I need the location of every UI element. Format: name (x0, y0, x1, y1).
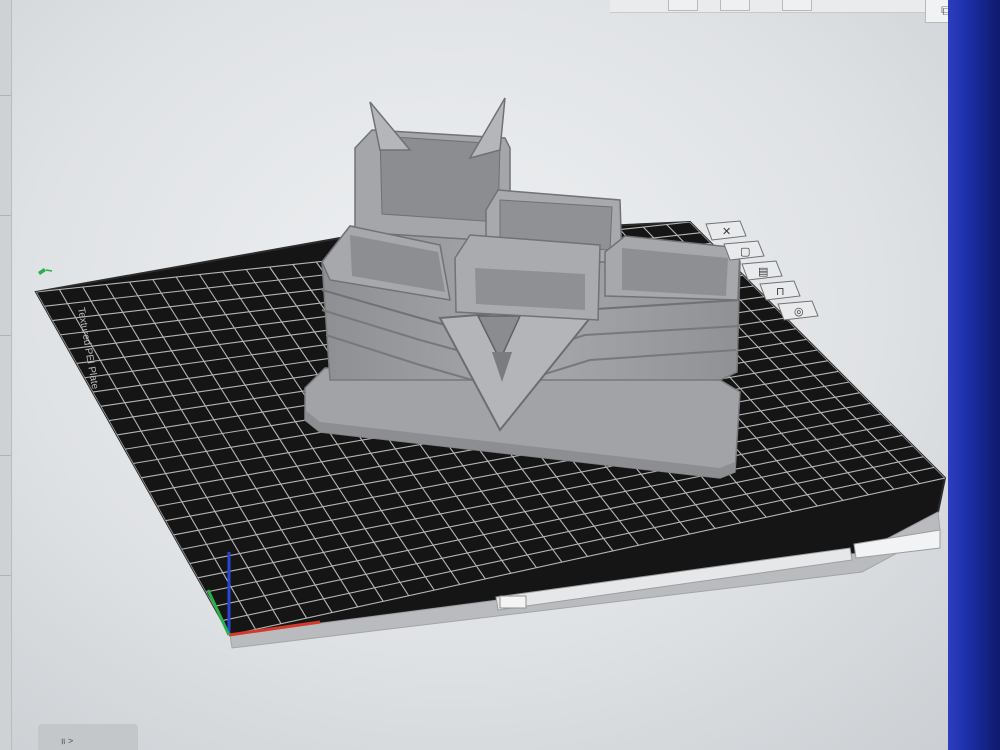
3d-viewport[interactable]: ⧉ Textured PEI Plate ✕ ▢ ▤ ⊓ ◎ ॥ > (0, 0, 1000, 750)
print-model[interactable] (304, 97, 741, 479)
tool-glyph: ◎ (794, 305, 804, 318)
auto-arrange-icon[interactable]: ▢ (723, 240, 765, 261)
bottom-left-control[interactable]: ॥ > (38, 724, 138, 750)
monitor-bezel (948, 0, 1000, 750)
axis-marker-icon (38, 268, 53, 275)
orient-icon[interactable]: ▤ (741, 260, 783, 281)
tool-glyph: ▢ (740, 245, 750, 258)
tool-glyph: ⊓ (776, 285, 785, 298)
plate-settings-icon[interactable]: ◎ (777, 300, 819, 321)
plate-bottom-control[interactable] (499, 595, 527, 609)
tool-glyph: ▤ (758, 265, 768, 278)
tool-glyph: ✕ (722, 225, 731, 238)
delete-plate-icon[interactable]: ✕ (705, 220, 747, 241)
bed-and-model-view[interactable]: Textured PEI Plate ✕▢▤⊓◎ (0, 0, 1000, 750)
lock-plate-icon[interactable]: ⊓ (759, 280, 801, 301)
